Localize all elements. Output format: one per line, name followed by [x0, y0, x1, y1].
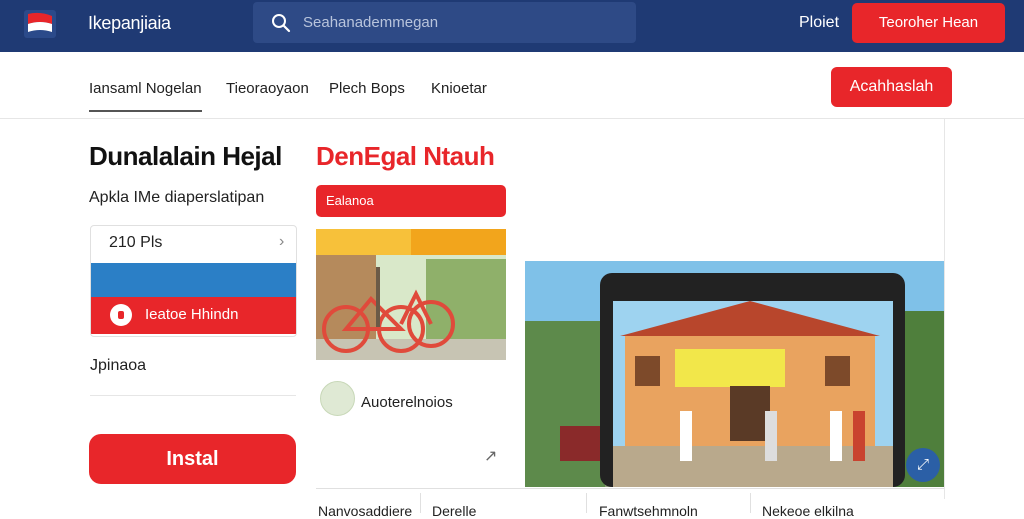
red-action-row[interactable]: Ieatoe Hhindn	[91, 297, 296, 334]
bottom-cell-4[interactable]: Nekeoe elkilna	[762, 503, 854, 519]
bottom-cell-3[interactable]: Fanwtsehmnoln	[599, 503, 698, 519]
bottom-cell-1[interactable]: Nanvosaddiere	[318, 503, 412, 519]
left-subtitle: Apkla IMe diaperslatipan	[89, 189, 265, 206]
stat-row[interactable]: 210 Pls ›	[91, 226, 296, 263]
category-pill[interactable]: Ealanoa	[316, 185, 506, 217]
bottom-strip: Nanvosaddiere Derelle Fanwtsehmnoln Neke…	[316, 488, 944, 519]
middle-row-label[interactable]: Auoterelnoios	[361, 394, 453, 411]
search-placeholder: Seahanademmegan	[303, 14, 439, 31]
blue-band	[91, 263, 296, 297]
record-icon	[110, 304, 132, 326]
red-action-label: Ieatoe Hhindn	[145, 306, 239, 323]
nav-item-1[interactable]: Iansaml Nogelan	[89, 80, 202, 112]
avatar-icon	[320, 381, 355, 416]
install-button[interactable]: Instal	[89, 434, 296, 484]
arrow-icon[interactable]: ↗	[484, 446, 497, 466]
expand-icon[interactable]: ⤢	[906, 448, 940, 482]
brand-name[interactable]: Ikepanjiaia	[88, 13, 171, 34]
left-heading: Dunalalain Hejal	[89, 141, 282, 171]
header-link[interactable]: Ploiet	[799, 14, 839, 32]
bottom-cell-2[interactable]: Derelle	[432, 503, 476, 519]
section-label: Jpinaoa	[90, 357, 147, 374]
community-building-photo[interactable]	[525, 261, 944, 487]
bicycle-photo[interactable]	[316, 229, 506, 360]
flag-logo-icon[interactable]	[24, 10, 56, 38]
separator	[586, 493, 587, 513]
chevron-right-icon: ›	[279, 233, 285, 250]
search-icon	[272, 14, 291, 33]
separator	[420, 493, 421, 513]
nav-item-3[interactable]: Plech Bops	[329, 80, 405, 97]
main-nav: Iansaml Nogelan Tieoraoyaon Plech Bops K…	[0, 52, 1024, 119]
nav-item-4[interactable]: Knioetar	[431, 80, 487, 97]
nav-cta-button[interactable]: Acahhaslah	[831, 67, 952, 107]
top-bar: Ikepanjiaia Seahanademmegan Ploiet Teoro…	[0, 0, 1024, 52]
divider	[90, 395, 296, 396]
column-divider	[944, 119, 945, 499]
stat-label: 210 Pls	[109, 234, 163, 251]
middle-heading: DenEgal Ntauh	[316, 141, 495, 171]
stat-card: 210 Pls › Ieatoe Hhindn	[90, 225, 297, 337]
separator	[750, 493, 751, 513]
nav-item-2[interactable]: Tieoraoyaon	[226, 80, 309, 97]
header-cta-button[interactable]: Teoroher Hean	[852, 3, 1005, 43]
search-input[interactable]: Seahanademmegan	[253, 2, 636, 43]
